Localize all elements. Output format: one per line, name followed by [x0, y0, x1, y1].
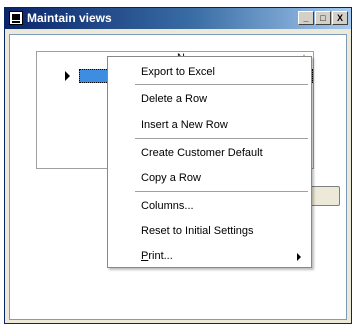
- menu-item-copy-row[interactable]: Copy a Row: [141, 172, 201, 190]
- context-menu: Export to Excel Delete a Row Insert a Ne…: [107, 56, 312, 268]
- menu-item-columns[interactable]: Columns...: [141, 200, 194, 218]
- row-indicator-icon: [65, 71, 70, 81]
- menu-item-insert-row[interactable]: Insert a New Row: [141, 119, 228, 137]
- menu-separator: [135, 191, 308, 192]
- menu-item-reset-initial-settings[interactable]: Reset to Initial Settings: [141, 225, 254, 243]
- print-label-rest: rint...: [148, 250, 173, 262]
- menu-item-export-to-excel[interactable]: Export to Excel: [141, 66, 215, 84]
- side-button[interactable]: [310, 186, 340, 206]
- window-title: Maintain views: [27, 11, 112, 25]
- close-button[interactable]: X: [332, 11, 348, 25]
- title-bar[interactable]: Maintain views _ □ X: [5, 8, 351, 29]
- maximize-button[interactable]: □: [315, 11, 331, 25]
- menu-separator: [135, 84, 308, 85]
- menu-item-delete-row[interactable]: Delete a Row: [141, 93, 207, 111]
- menu-separator: [135, 138, 308, 139]
- menu-item-print[interactable]: Print...: [141, 250, 173, 268]
- menu-item-create-customer-default[interactable]: Create Customer Default: [141, 147, 263, 165]
- minimize-button[interactable]: _: [298, 11, 314, 25]
- submenu-arrow-icon: [297, 253, 301, 261]
- app-icon: [9, 11, 23, 25]
